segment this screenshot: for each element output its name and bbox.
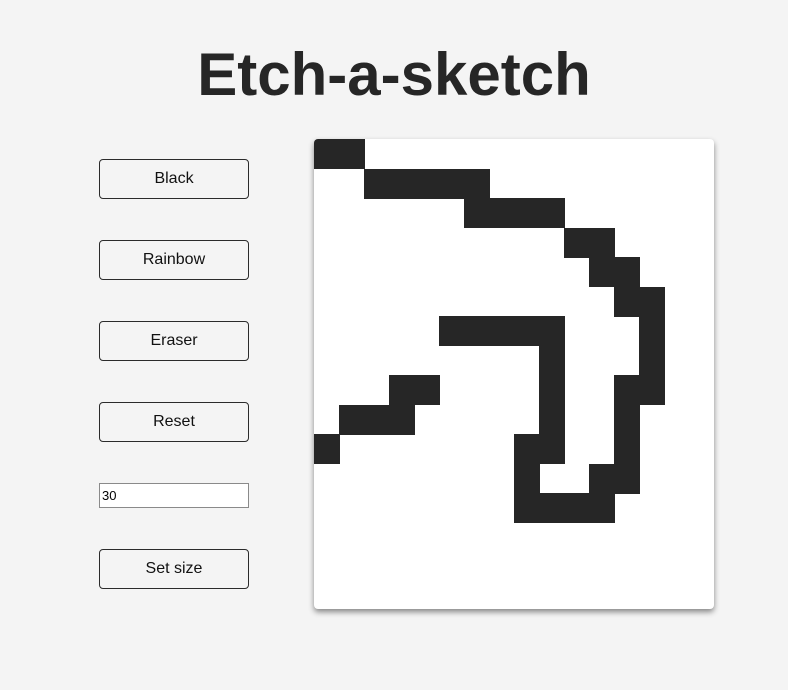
filled-cell[interactable] — [539, 404, 565, 435]
eraser-button[interactable]: Eraser — [99, 321, 249, 361]
filled-cell[interactable] — [389, 168, 415, 199]
filled-cell[interactable] — [464, 198, 490, 228]
page-title: Etch-a-sketch — [197, 41, 591, 108]
filled-cell[interactable] — [414, 168, 440, 199]
filled-cell[interactable] — [614, 463, 640, 494]
filled-cell[interactable] — [339, 404, 365, 435]
filled-cell[interactable] — [464, 168, 490, 199]
filled-cell[interactable] — [589, 493, 615, 523]
filled-cell[interactable] — [539, 375, 565, 405]
filled-cell[interactable] — [639, 345, 665, 376]
filled-cell[interactable] — [539, 434, 565, 464]
filled-cell[interactable] — [589, 257, 615, 287]
filled-cell[interactable] — [489, 316, 515, 346]
filled-cell[interactable] — [539, 198, 565, 228]
filled-cell[interactable] — [439, 168, 465, 199]
filled-cell[interactable] — [414, 375, 440, 405]
filled-cell[interactable] — [489, 198, 515, 228]
black-button[interactable]: Black — [99, 159, 249, 199]
filled-cell[interactable] — [514, 316, 540, 346]
grid-size-input[interactable] — [99, 483, 249, 508]
filled-cell[interactable] — [364, 404, 390, 435]
filled-cell[interactable] — [614, 404, 640, 435]
filled-cell[interactable] — [539, 316, 565, 346]
filled-cell[interactable] — [614, 434, 640, 464]
filled-cell[interactable] — [539, 493, 565, 523]
filled-cell[interactable] — [514, 434, 540, 464]
filled-cell[interactable] — [514, 198, 540, 228]
filled-cell[interactable] — [389, 404, 415, 435]
sketch-board[interactable] — [314, 139, 714, 609]
rainbow-button[interactable]: Rainbow — [99, 240, 249, 280]
filled-cell[interactable] — [564, 493, 590, 523]
filled-cell[interactable] — [639, 316, 665, 346]
filled-cell[interactable] — [314, 139, 340, 169]
filled-cell[interactable] — [589, 463, 615, 494]
filled-cell[interactable] — [589, 227, 615, 258]
set-size-button[interactable]: Set size — [99, 549, 249, 589]
filled-cell[interactable] — [439, 316, 465, 346]
filled-cell[interactable] — [339, 139, 365, 169]
reset-button[interactable]: Reset — [99, 402, 249, 442]
filled-cell[interactable] — [614, 375, 640, 405]
filled-cell[interactable] — [614, 286, 640, 317]
filled-cell[interactable] — [639, 286, 665, 317]
filled-cell[interactable] — [514, 493, 540, 523]
filled-cell[interactable] — [514, 463, 540, 494]
filled-cell[interactable] — [314, 434, 340, 464]
filled-cell[interactable] — [389, 375, 415, 405]
filled-cell[interactable] — [464, 316, 490, 346]
filled-cell[interactable] — [564, 227, 590, 258]
filled-cell[interactable] — [639, 375, 665, 405]
filled-cell[interactable] — [614, 257, 640, 287]
filled-cell[interactable] — [539, 345, 565, 376]
filled-cell[interactable] — [364, 168, 390, 199]
